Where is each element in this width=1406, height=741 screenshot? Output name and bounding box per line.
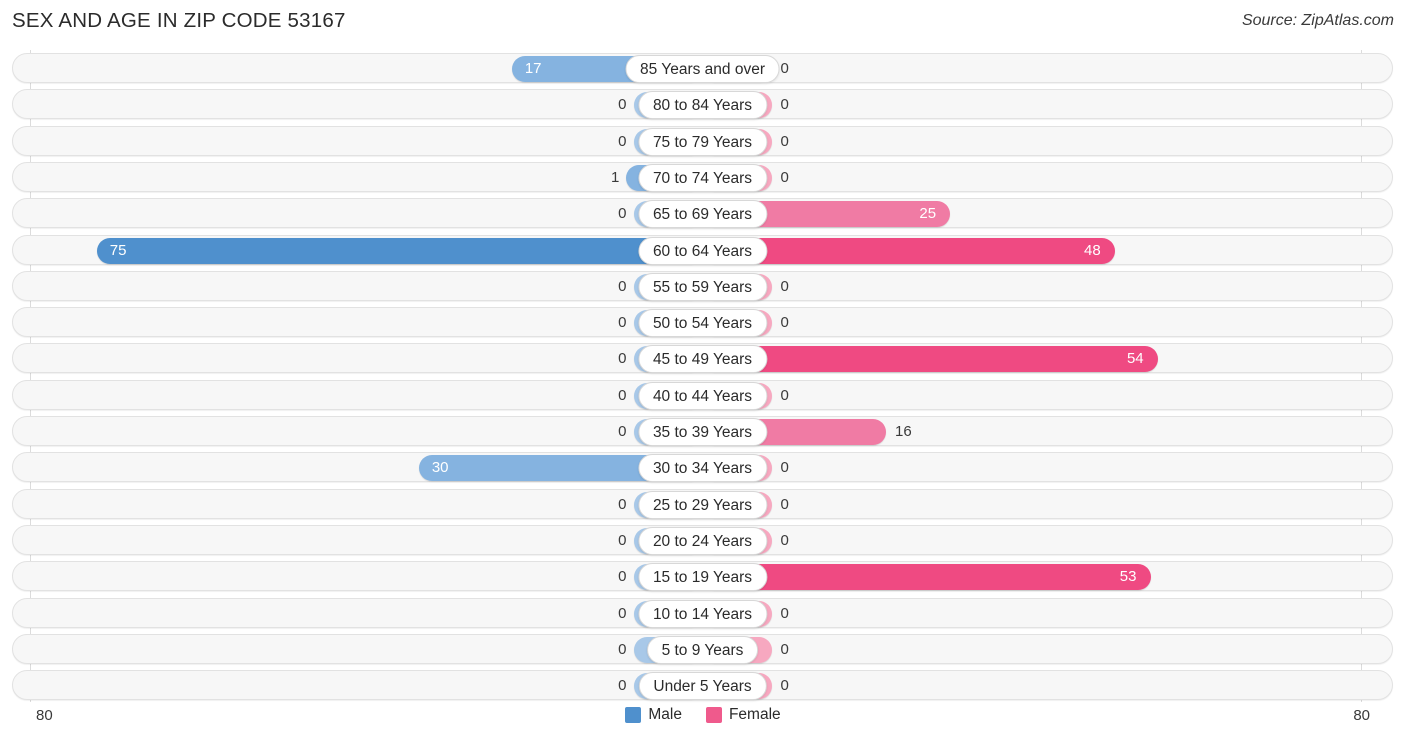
female-bar[interactable] (702, 564, 1151, 591)
age-group-row[interactable]: 0 0 55 to 59 Years (12, 270, 1393, 301)
age-group-label: 25 to 29 Years (637, 490, 768, 519)
age-group-row[interactable]: 0 0 50 to 54 Years (12, 307, 1393, 338)
age-group-row[interactable]: 0 54 45 to 49 Years (12, 343, 1393, 374)
source-attribution: Source: ZipAtlas.com (1241, 12, 1394, 29)
age-group-row[interactable]: 0 0 10 to 14 Years (12, 597, 1393, 628)
age-group-label: 85 Years and over (625, 55, 780, 83)
female-value-label: 0 (780, 96, 789, 114)
male-value-label: 17 (524, 60, 542, 77)
female-value-label: 0 (780, 640, 789, 658)
age-group-label: 15 to 19 Years (637, 563, 768, 592)
age-group-label: 60 to 64 Years (637, 236, 768, 265)
age-group-label: 20 to 24 Years (637, 526, 768, 555)
female-value-label: 0 (780, 495, 789, 513)
male-value-label: 0 (618, 568, 627, 586)
female-value-label: 0 (780, 531, 789, 549)
female-value-label: 54 (1126, 350, 1144, 368)
male-value-label: 0 (618, 423, 627, 440)
female-value-label: 0 (780, 60, 789, 77)
female-value-label: 0 (780, 314, 789, 332)
age-group-row[interactable]: 0 0 80 to 84 Years (12, 89, 1393, 120)
age-group-row[interactable]: 30 0 30 to 34 Years (12, 452, 1393, 483)
female-bar[interactable] (702, 346, 1158, 373)
legend-swatch-female-icon (705, 707, 722, 723)
female-value-label: 53 (1119, 568, 1137, 586)
male-value-label: 0 (618, 531, 627, 549)
age-group-label: 50 to 54 Years (637, 309, 768, 338)
male-value-label: 0 (618, 386, 627, 404)
age-group-label: 35 to 39 Years (637, 418, 768, 446)
legend-label-female: Female (728, 706, 781, 723)
male-value-label: 0 (618, 640, 627, 658)
female-value-label: 0 (780, 386, 789, 404)
female-value-label: 0 (780, 677, 789, 695)
age-group-row[interactable]: 0 0 20 to 24 Years (12, 524, 1393, 555)
age-group-row[interactable]: 17 0 85 Years and over (12, 53, 1393, 83)
age-group-row[interactable]: 0 0 Under 5 Years (12, 670, 1393, 701)
age-group-label: 45 to 49 Years (637, 345, 768, 374)
male-value-label: 0 (618, 495, 627, 513)
age-group-label: 70 to 74 Years (637, 163, 768, 192)
male-value-label: 0 (618, 350, 627, 368)
age-group-label: 55 to 59 Years (637, 272, 768, 301)
female-value-label: 16 (895, 423, 912, 440)
legend-swatch-male-icon (625, 707, 642, 723)
age-group-row[interactable]: 0 0 75 to 79 Years (12, 125, 1393, 156)
male-value-label: 0 (618, 314, 627, 332)
chart-legend: Male Female (0, 706, 1406, 724)
age-group-label: 5 to 9 Years (646, 635, 759, 664)
male-value-label: 30 (431, 459, 449, 477)
male-bar[interactable] (96, 237, 703, 264)
age-group-label: 40 to 44 Years (637, 381, 768, 410)
age-group-row[interactable]: 0 53 15 to 19 Years (12, 561, 1393, 592)
female-value-label: 0 (780, 277, 789, 295)
female-value-label: 48 (1084, 241, 1101, 259)
age-group-label: 10 to 14 Years (637, 599, 768, 628)
chart-root: SEX AND AGE IN ZIP CODE 53167 Source: Zi… (0, 0, 1406, 741)
age-group-label: 30 to 34 Years (637, 454, 768, 483)
female-value-label: 0 (780, 459, 789, 477)
age-group-row[interactable]: 1 0 70 to 74 Years (12, 161, 1393, 192)
age-group-row[interactable]: 0 16 35 to 39 Years (12, 416, 1393, 446)
age-group-label: 65 to 69 Years (637, 200, 768, 229)
age-group-row[interactable]: 75 48 60 to 64 Years (12, 234, 1393, 265)
male-value-label: 0 (618, 96, 627, 114)
male-value-label: 75 (109, 241, 127, 259)
age-group-row[interactable]: 0 25 65 to 69 Years (12, 198, 1393, 229)
male-value-label: 0 (618, 604, 627, 622)
legend-item-female[interactable]: Female (705, 706, 781, 724)
legend-item-male[interactable]: Male (625, 706, 682, 724)
page-title: SEX AND AGE IN ZIP CODE 53167 (12, 9, 346, 32)
male-value-label: 0 (618, 205, 627, 223)
age-group-row[interactable]: 0 0 5 to 9 Years (12, 633, 1393, 664)
age-group-row[interactable]: 0 0 25 to 29 Years (12, 488, 1393, 519)
age-group-label: 75 to 79 Years (637, 127, 768, 156)
age-group-label: Under 5 Years (638, 672, 767, 701)
female-value-label: 0 (780, 168, 789, 186)
female-value-label: 0 (780, 132, 789, 150)
chart-header: SEX AND AGE IN ZIP CODE 53167 Source: Zi… (0, 0, 1406, 48)
age-group-row[interactable]: 0 0 40 to 44 Years (12, 379, 1393, 410)
male-value-label: 0 (618, 677, 627, 695)
chart-footer: 80 80 Male Female (0, 700, 1406, 741)
male-value-label: 1 (611, 168, 620, 186)
male-value-label: 0 (618, 277, 627, 295)
population-pyramid-plot: 17 0 85 Years and over 0 0 80 to 84 Years 0 0 75… (0, 50, 1406, 702)
age-group-label: 80 to 84 Years (637, 91, 768, 120)
female-value-label: 0 (780, 604, 789, 622)
male-value-label: 0 (618, 132, 627, 150)
female-value-label: 25 (919, 205, 937, 223)
legend-label-male: Male (648, 706, 682, 723)
